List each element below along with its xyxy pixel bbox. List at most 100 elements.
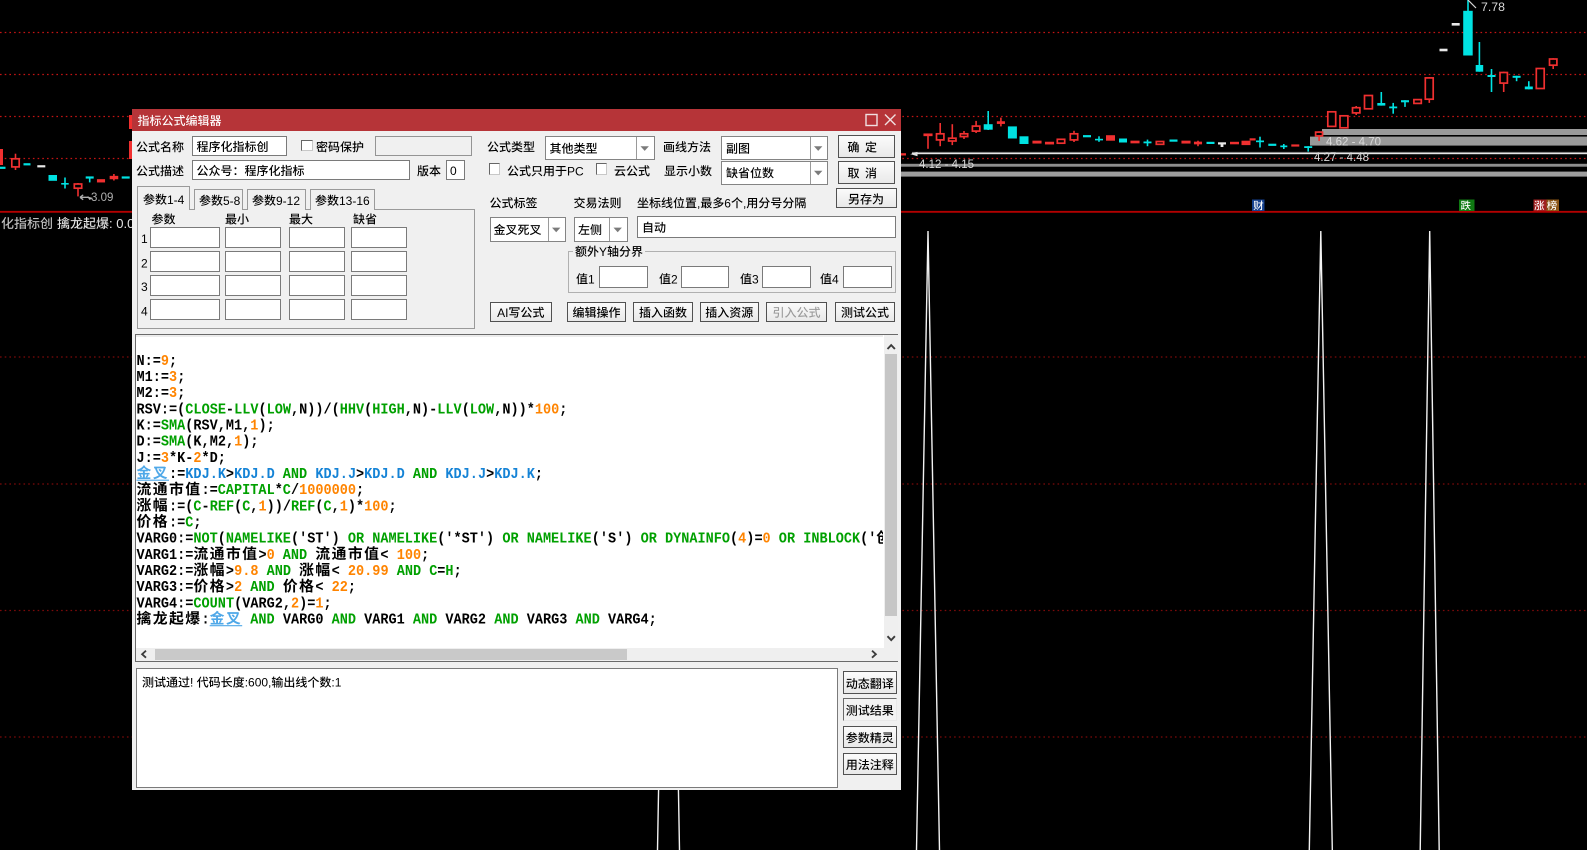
svg-text:;: ;: [193, 515, 201, 532]
svg-text:HHV: HHV: [340, 401, 364, 418]
svg-text:*D;: *D;: [202, 450, 226, 467]
svg-text:2: 2: [141, 257, 148, 271]
svg-text:N:=: N:=: [137, 353, 161, 370]
svg-text:13-16: 13-16: [339, 194, 370, 208]
svg-text:)=: )=: [746, 531, 762, 548]
svg-text:LOW: LOW: [470, 401, 494, 418]
svg-text:9-12: 9-12: [276, 194, 300, 208]
svg-text:1: 1: [250, 418, 258, 435]
svg-text:3: 3: [752, 272, 759, 286]
svg-text:KDJ.K: KDJ.K: [494, 466, 535, 483]
svg-text:VARG2:=: VARG2:=: [137, 563, 194, 580]
svg-text:(: (: [218, 531, 226, 548]
svg-text:NAMELIKE: NAMELIKE: [226, 531, 291, 548]
svg-text:6: 6: [724, 196, 731, 210]
svg-text:(': (': [860, 531, 876, 548]
svg-text:;: ;: [324, 595, 332, 612]
svg-text:AND: AND: [267, 563, 291, 580]
svg-text:,N))*: ,N))*: [494, 401, 535, 418]
svg-text:D:=: D:=: [137, 434, 161, 451]
svg-text:1: 1: [259, 498, 267, 515]
svg-text:OR: OR: [641, 531, 657, 548]
svg-text:VARG2: VARG2: [437, 612, 494, 629]
svg-text:3: 3: [141, 280, 148, 294]
svg-text:C: C: [242, 498, 250, 515]
svg-text:);: );: [242, 434, 258, 451]
svg-text:;: ;: [356, 482, 364, 499]
svg-text:>: >: [226, 466, 234, 483]
svg-text::: :: [202, 612, 210, 629]
svg-text:KDJ.D: KDJ.D: [234, 466, 275, 483]
svg-text:=: =: [437, 563, 445, 580]
svg-text:1000000: 1000000: [299, 482, 356, 499]
svg-text:;: ;: [177, 385, 185, 402]
svg-text:CAPITAL: CAPITAL: [218, 482, 275, 499]
svg-text:1: 1: [141, 232, 148, 246]
svg-text:K:=: K:=: [137, 418, 161, 435]
svg-text:AND: AND: [332, 612, 356, 629]
svg-text:1: 1: [234, 434, 242, 451]
svg-text:-: -: [202, 498, 210, 515]
svg-text:5-8: 5-8: [223, 194, 241, 208]
svg-text:0: 0: [267, 547, 275, 564]
svg-text:))/: ))/: [267, 498, 291, 515]
svg-text:REF: REF: [291, 498, 315, 515]
svg-text:)=: )=: [299, 595, 315, 612]
svg-text:0: 0: [763, 531, 771, 548]
svg-text:1-4: 1-4: [167, 193, 185, 207]
svg-text:AND: AND: [283, 547, 307, 564]
svg-text::=: :=: [202, 482, 218, 499]
svg-text:3: 3: [169, 369, 177, 386]
svg-text:(: (: [730, 531, 738, 548]
svg-text:2: 2: [671, 272, 678, 286]
svg-text:4: 4: [738, 531, 746, 548]
svg-text:C: C: [324, 498, 332, 515]
svg-text:;: ;: [454, 563, 462, 580]
svg-text:;: ;: [535, 466, 543, 483]
svg-text:(RSV,M1,: (RSV,M1,: [185, 418, 250, 435]
svg-text:AND: AND: [397, 563, 421, 580]
svg-text:INBLOCK: INBLOCK: [803, 531, 860, 548]
svg-text:VARG3:=: VARG3:=: [137, 579, 194, 596]
svg-text:100: 100: [397, 547, 421, 564]
svg-text:(: (: [234, 498, 242, 515]
svg-text:C: C: [283, 482, 291, 499]
svg-text:REF: REF: [210, 498, 234, 515]
svg-text:NAMELIKE: NAMELIKE: [527, 531, 592, 548]
svg-text::=: :=: [169, 466, 185, 483]
svg-text:VARG1:=: VARG1:=: [137, 547, 194, 564]
svg-text:;: ;: [177, 369, 185, 386]
svg-text:,: ,: [697, 196, 700, 210]
svg-text:HIGH: HIGH: [372, 401, 405, 418]
svg-text:1: 1: [315, 595, 323, 612]
svg-text:(: (: [462, 401, 470, 418]
svg-text:AI: AI: [497, 306, 508, 320]
svg-text:(VARG2,: (VARG2,: [234, 595, 291, 612]
svg-text:4: 4: [832, 272, 839, 286]
svg-text:(: (: [259, 401, 267, 418]
svg-text:CLOSE: CLOSE: [185, 401, 226, 418]
svg-text:100: 100: [535, 401, 559, 418]
svg-text:20.99: 20.99: [348, 563, 389, 580]
svg-text:AND: AND: [250, 612, 274, 629]
svg-text:SMA: SMA: [161, 434, 185, 451]
svg-text:LLV: LLV: [234, 401, 258, 418]
svg-text:(: (: [364, 401, 372, 418]
svg-text::=(: :=(: [169, 498, 193, 515]
svg-text:1: 1: [588, 272, 595, 286]
svg-text:VARG1: VARG1: [356, 612, 413, 629]
svg-text:<: <: [315, 579, 331, 596]
svg-text:(: (: [315, 498, 323, 515]
svg-text:M2:=: M2:=: [137, 385, 170, 402]
svg-text:Y: Y: [599, 245, 607, 259]
svg-text:<: <: [380, 547, 396, 564]
svg-text:KDJ.D: KDJ.D: [364, 466, 405, 483]
svg-text:PC: PC: [567, 164, 584, 178]
svg-text:AND: AND: [283, 466, 307, 483]
svg-text:,: ,: [743, 196, 746, 210]
svg-text:;: ;: [421, 547, 429, 564]
svg-text:VARG3: VARG3: [519, 612, 576, 629]
svg-text:NOT: NOT: [193, 531, 217, 548]
svg-text:)*: )*: [348, 498, 364, 515]
svg-text:SMA: SMA: [161, 418, 185, 435]
